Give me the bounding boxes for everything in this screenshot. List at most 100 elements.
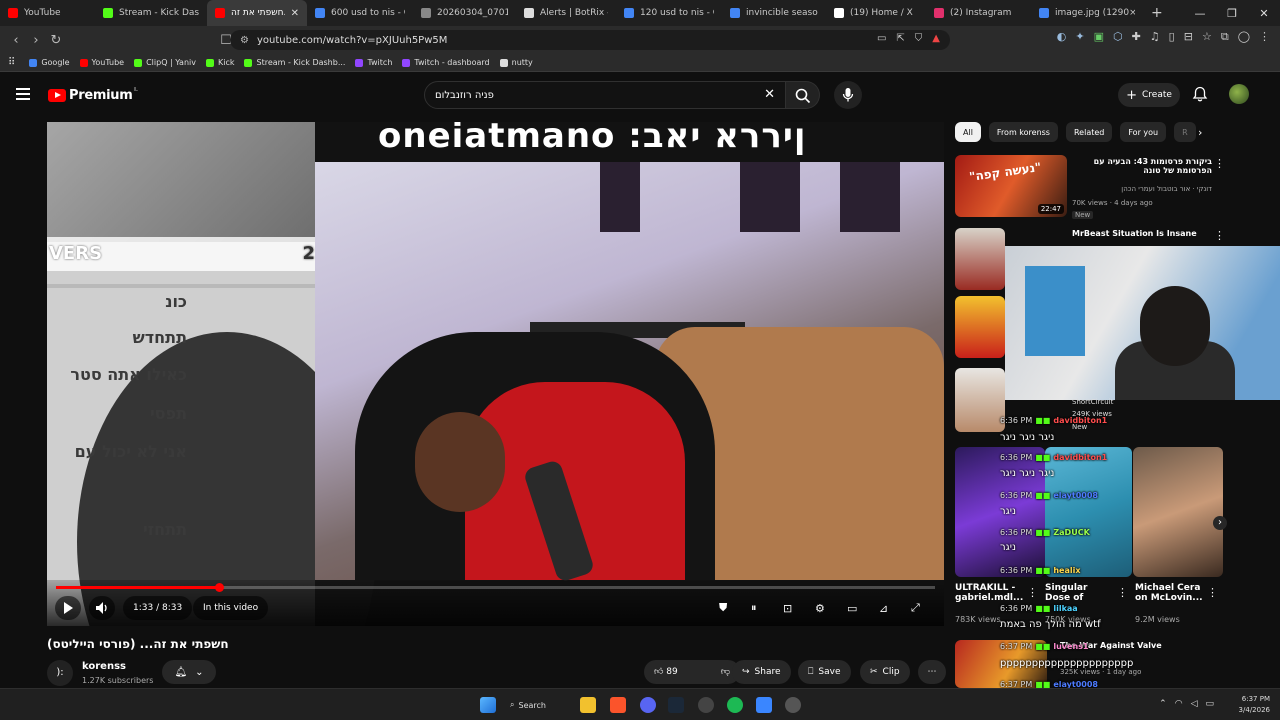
- profile-icon[interactable]: ◯: [1238, 30, 1250, 44]
- more-actions-button[interactable]: ⋯: [918, 660, 946, 684]
- reco-thumbnail[interactable]: "נעשה קפה" 22:47: [955, 155, 1067, 217]
- reco-menu-icon[interactable]: ⋮: [1214, 157, 1225, 170]
- autoplay-icon[interactable]: ⛊: [719, 601, 743, 615]
- favorites-icon[interactable]: ☆: [1202, 30, 1212, 44]
- shorts-menu-icon[interactable]: ⋮: [1027, 586, 1038, 599]
- volume-button[interactable]: [89, 596, 115, 620]
- shorts-next-icon[interactable]: ›: [1213, 516, 1227, 530]
- new-tab-button[interactable]: +: [1143, 5, 1171, 21]
- chevron-up-icon[interactable]: ⌃: [1159, 699, 1167, 709]
- bookmark-item[interactable]: Kick: [205, 58, 234, 67]
- browser-tab[interactable]: Stream - Kick Dashb...: [95, 0, 207, 26]
- spotify-icon[interactable]: [727, 697, 743, 713]
- browser-tab[interactable]: Alerts | BotRix — Cl...: [516, 0, 616, 26]
- bookmark-item[interactable]: ClipQ | Yaniv: [134, 58, 196, 67]
- chip-related[interactable]: Related: [1065, 122, 1113, 142]
- site-info-icon[interactable]: ⚙: [240, 35, 249, 46]
- obs-icon[interactable]: [698, 697, 714, 713]
- sidebar-icon[interactable]: ▯: [1169, 30, 1175, 44]
- browser-tab[interactable]: image.jpg (1290×72...: [1031, 0, 1143, 26]
- chip-for-you[interactable]: For you: [1120, 122, 1167, 142]
- share-button[interactable]: ↪ Share: [732, 660, 791, 684]
- windows-start-icon[interactable]: [480, 697, 496, 713]
- notifications-bell-icon[interactable]: [1192, 86, 1208, 102]
- split-view-icon[interactable]: ⊟: [1184, 30, 1193, 44]
- shorts-thumbnail[interactable]: [1045, 447, 1132, 577]
- cast-icon[interactable]: ⊿: [879, 602, 903, 615]
- clear-search-icon[interactable]: ✕: [764, 87, 775, 102]
- more-icon[interactable]: ⋮: [1259, 30, 1270, 44]
- shorts-title[interactable]: Singular Dose of: [1045, 583, 1115, 603]
- bookmark-item[interactable]: Stream - Kick Dashb...: [244, 58, 345, 67]
- chips-next-icon[interactable]: ›: [1198, 126, 1202, 139]
- bookmark-item[interactable]: Twitch - dashboard: [402, 58, 490, 67]
- reload-button[interactable]: ↻: [46, 33, 66, 48]
- subscribed-button[interactable]: 🔔︎ ⌄: [162, 660, 216, 684]
- browser-tab[interactable]: 120 usd to nis - Goo...: [616, 0, 722, 26]
- wifi-icon[interactable]: ◠: [1175, 699, 1183, 709]
- bookmark-item[interactable]: Google: [29, 58, 70, 67]
- shield-icon[interactable]: ⛉: [915, 33, 923, 44]
- voice-search-button[interactable]: [834, 81, 862, 109]
- puzzle-icon[interactable]: ✚: [1132, 30, 1141, 44]
- browser-tab[interactable]: (2) Instagram: [926, 0, 1031, 26]
- reco-title[interactable]: ביקורת פרסומות 43: הבעיה עם הפרסומת של ט…: [1072, 157, 1212, 175]
- system-tray-clock[interactable]: 6:37 PM 3/4/2026: [1239, 694, 1270, 716]
- bookmark-item[interactable]: Twitch: [355, 58, 392, 67]
- volume-icon[interactable]: ◁: [1191, 699, 1198, 709]
- share-page-icon[interactable]: ⇱: [896, 33, 904, 44]
- maximize-button[interactable]: ❐: [1216, 7, 1248, 20]
- taskbar-search[interactable]: ⌕ Search: [510, 696, 546, 714]
- browser-tab[interactable]: 20260304_070131.j...: [413, 0, 516, 26]
- browser-tab[interactable]: חשפתי את זה... ✕: [207, 0, 307, 26]
- forward-button[interactable]: ›: [26, 33, 46, 48]
- reco-title[interactable]: MrBeast Situation Is Insane: [1072, 229, 1212, 238]
- extension-icon[interactable]: ⬡: [1113, 30, 1123, 44]
- miniplayer-icon[interactable]: ▭: [847, 602, 871, 615]
- bookmark-item[interactable]: nutty: [499, 58, 533, 67]
- media-icon[interactable]: ♫: [1150, 30, 1160, 44]
- dislike-button[interactable]: 👎︎: [721, 667, 730, 677]
- save-button[interactable]: ⎕ Save: [798, 660, 851, 684]
- close-window-button[interactable]: ✕: [1248, 7, 1280, 20]
- pause-toggle-icon[interactable]: ⏸: [751, 601, 775, 615]
- create-button[interactable]: + Create: [1118, 83, 1180, 107]
- app-icon[interactable]: [756, 697, 772, 713]
- chip-from-channel[interactable]: From korenss: [988, 122, 1058, 142]
- extension-icon[interactable]: ✦: [1075, 30, 1084, 44]
- brave-browser-icon[interactable]: [610, 697, 626, 713]
- discord-icon[interactable]: [640, 697, 656, 713]
- extension-icon[interactable]: ◐: [1057, 30, 1067, 44]
- browser-tab[interactable]: (19) Home / X: [826, 0, 926, 26]
- in-this-video-button[interactable]: In this video: [193, 596, 269, 620]
- youtube-logo[interactable]: Premium IL: [48, 87, 138, 103]
- account-avatar[interactable]: [1229, 84, 1249, 104]
- back-button[interactable]: ‹: [6, 33, 26, 48]
- extension-icon[interactable]: ▣: [1094, 30, 1104, 44]
- reco-thumbnail[interactable]: [955, 640, 1047, 688]
- minimize-button[interactable]: —: [1184, 7, 1216, 20]
- install-app-icon[interactable]: ▭: [877, 33, 886, 44]
- browser-tab[interactable]: 600 usd to nis - Google S...: [307, 0, 413, 26]
- battery-icon[interactable]: ▭: [1205, 699, 1214, 709]
- shorts-thumbnail[interactable]: [1133, 447, 1223, 577]
- collections-icon[interactable]: ⧉: [1221, 30, 1229, 44]
- reco-thumbnail[interactable]: [955, 368, 1005, 432]
- bookmark-item[interactable]: YouTube: [79, 58, 124, 67]
- chip-more[interactable]: R: [1174, 122, 1196, 142]
- settings-gear-icon[interactable]: ⚙: [815, 602, 839, 615]
- steam-icon[interactable]: [668, 697, 684, 713]
- shorts-menu-icon[interactable]: ⋮: [1117, 586, 1128, 599]
- channel-name[interactable]: korenss: [82, 661, 126, 672]
- play-button[interactable]: [55, 596, 81, 620]
- shorts-title[interactable]: ULTRAKILL - gabriel.mdl...: [955, 583, 1030, 603]
- shorts-thumbnail[interactable]: [955, 447, 1045, 577]
- progress-bar[interactable]: [56, 583, 935, 592]
- reco-title[interactable]: The War Against Valve: [1060, 641, 1200, 650]
- subtitles-icon[interactable]: ⊡: [783, 602, 807, 615]
- browser-tab[interactable]: invincible season 4...: [722, 0, 826, 26]
- apps-icon[interactable]: ⠿: [8, 57, 15, 68]
- close-tab-icon[interactable]: ✕: [291, 8, 299, 19]
- search-button[interactable]: [786, 81, 820, 109]
- alert-icon[interactable]: ▲: [932, 33, 940, 44]
